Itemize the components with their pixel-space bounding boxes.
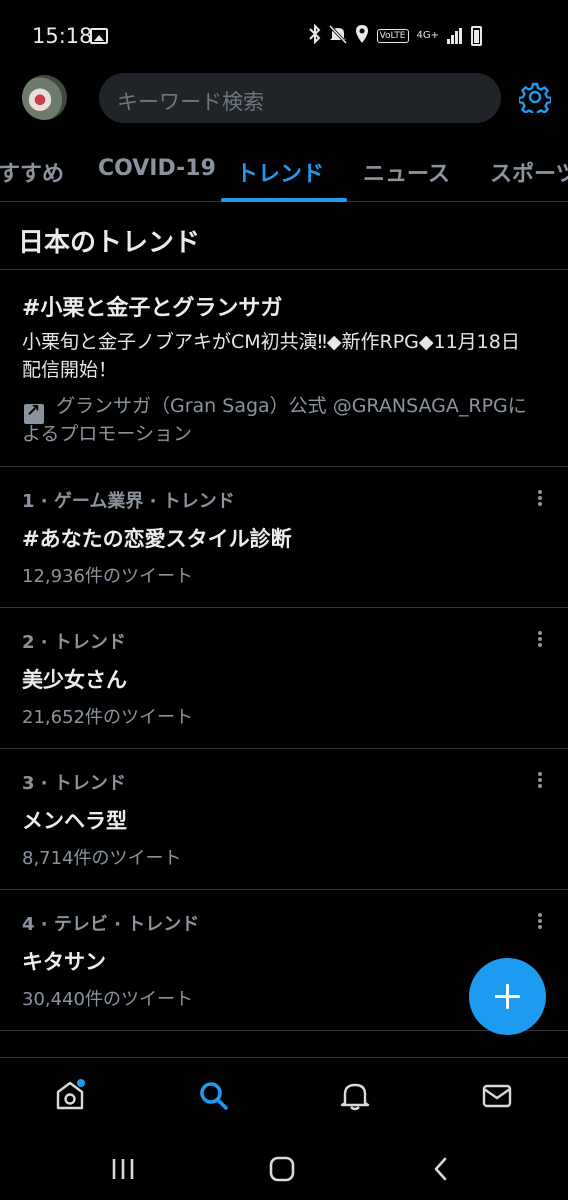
trend-meta: 4 · テレビ · トレンド xyxy=(22,914,200,935)
active-tab-indicator xyxy=(221,198,347,202)
search-input[interactable]: キーワード検索 xyxy=(99,73,501,123)
trend-name[interactable]: 美少女さん xyxy=(22,664,127,694)
volte-badge: VoLTE xyxy=(376,29,409,43)
trend-item[interactable]: 3 · トレンド メンヘラ型 8,714件のツイート xyxy=(0,749,568,890)
trend-meta: 2 · トレンド xyxy=(22,632,126,653)
tab-recommended[interactable]: すすめ xyxy=(0,156,64,188)
trend-tweet-count: 12,936件のツイート xyxy=(22,566,193,587)
tab-trends[interactable]: トレンド xyxy=(236,156,324,188)
mute-icon xyxy=(328,24,347,48)
bottom-nav xyxy=(0,1057,568,1135)
status-time: 15:18 xyxy=(32,24,93,48)
promoted-by: グランサガ（Gran Saga）公式 @GRANSAGA_RPGによるプロモーシ… xyxy=(22,395,527,445)
trend-item[interactable]: 2 · トレンド 美少女さん 21,652件のツイート xyxy=(0,608,568,749)
messages-icon[interactable] xyxy=(480,1078,514,1112)
home-circle-icon[interactable] xyxy=(268,1155,296,1183)
search-icon[interactable] xyxy=(196,1078,230,1112)
trend-name[interactable]: #あなたの恋愛スタイル診断 xyxy=(22,523,292,553)
status-bar: 15:18 VoLTE 4G+ xyxy=(0,0,568,72)
more-options-icon[interactable] xyxy=(532,628,548,648)
system-nav-bar xyxy=(0,1135,568,1200)
more-options-icon[interactable] xyxy=(532,487,548,507)
more-options-icon[interactable] xyxy=(532,769,548,789)
trend-tweet-count: 21,652件のツイート xyxy=(22,707,193,728)
network-type: 4G+ xyxy=(416,30,440,41)
section-title: 日本のトレンド xyxy=(18,228,201,258)
promoted-title[interactable]: #小栗と金子とグランサガ xyxy=(22,290,282,322)
image-notification-icon xyxy=(90,28,108,44)
divider xyxy=(0,1030,568,1031)
trend-tweet-count: 8,714件のツイート xyxy=(22,848,182,869)
recents-icon[interactable] xyxy=(109,1155,137,1183)
trend-meta: 3 · トレンド xyxy=(22,773,126,794)
back-icon[interactable] xyxy=(427,1155,455,1183)
divider xyxy=(0,269,568,270)
trend-meta: 1 · ゲーム業界 · トレンド xyxy=(22,491,235,512)
tab-covid[interactable]: COVID-19 xyxy=(98,156,216,181)
bluetooth-icon xyxy=(308,23,321,48)
location-icon xyxy=(355,24,369,48)
promoted-icon xyxy=(24,401,44,424)
signal-icon xyxy=(447,28,463,44)
explore-tabs: すすめ COVID-19 トレンド ニュース スポーツ xyxy=(0,140,568,202)
status-icons: VoLTE 4G+ xyxy=(308,23,482,48)
trend-name[interactable]: キタサン xyxy=(22,946,106,976)
battery-icon xyxy=(471,26,482,46)
compose-tweet-button[interactable] xyxy=(469,958,546,1035)
more-options-icon[interactable] xyxy=(532,910,548,930)
promoted-description: 小栗旬と金子ノブアキがCM初共演‼◆新作RPG◆11月18日配信開始！ xyxy=(22,331,520,381)
avatar[interactable] xyxy=(22,75,67,120)
trend-item[interactable]: 1 · ゲーム業界 · トレンド #あなたの恋愛スタイル診断 12,936件のツ… xyxy=(0,467,568,608)
gear-icon[interactable] xyxy=(519,81,551,113)
tab-news[interactable]: ニュース xyxy=(363,156,450,188)
notifications-icon[interactable] xyxy=(338,1078,372,1112)
trend-tweet-count: 30,440件のツイート xyxy=(22,989,193,1010)
home-icon[interactable] xyxy=(53,1078,87,1112)
tab-sports[interactable]: スポーツ xyxy=(490,156,568,188)
trend-name[interactable]: メンヘラ型 xyxy=(22,805,127,835)
search-placeholder: キーワード検索 xyxy=(117,90,264,114)
